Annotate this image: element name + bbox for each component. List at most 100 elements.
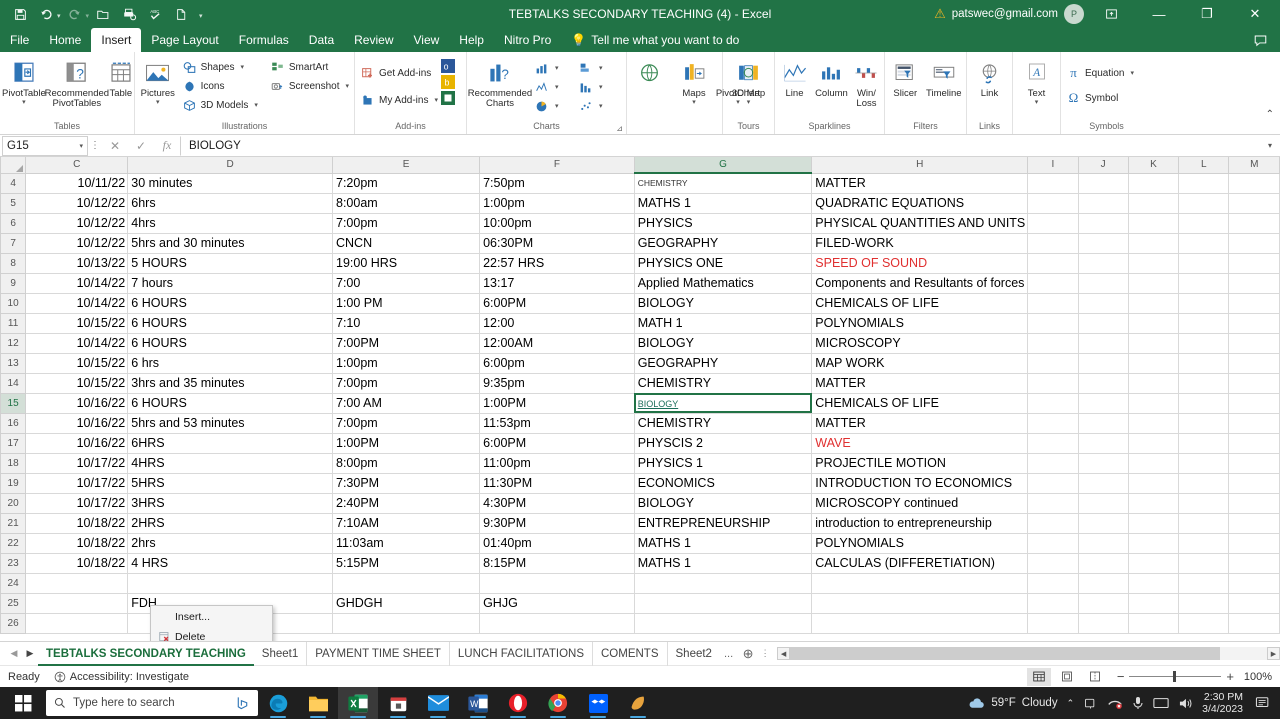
slicer-button[interactable]: Slicer — [887, 56, 924, 99]
symbol-button[interactable]: Ω Symbol — [1063, 89, 1137, 107]
cell-I5[interactable] — [1027, 192, 1079, 214]
cell-G16[interactable]: CHEMISTRY — [633, 412, 813, 434]
cell-G10[interactable]: BIOLOGY — [633, 292, 813, 314]
cell-G8[interactable]: PHYSICS ONE — [633, 252, 813, 274]
comments-button[interactable] — [1253, 28, 1280, 52]
cell-M26[interactable] — [1228, 612, 1280, 634]
table-row[interactable]: 8 10/13/22 5 HOURS 19:00 HRS 22:57 HRS PHYSIC… — [0, 252, 1280, 274]
cancel-icon[interactable]: ✕ — [102, 139, 128, 153]
cell-E9[interactable]: 7:00 — [331, 272, 481, 294]
cell-E24[interactable] — [331, 572, 481, 594]
cell-L25[interactable] — [1178, 592, 1230, 614]
cell-C7[interactable]: 10/12/22 — [25, 232, 129, 254]
cell-G7[interactable]: GEOGRAPHY — [633, 232, 813, 254]
table-row[interactable]: 24 — [0, 572, 1280, 594]
cell-G18[interactable]: PHYSICS 1 — [633, 452, 813, 474]
tab-page-layout[interactable]: Page Layout — [141, 28, 228, 52]
zoom-in-button[interactable]: + — [1226, 669, 1234, 684]
column-header-g[interactable]: G — [633, 157, 813, 174]
cell-F7[interactable]: 06:30PM — [479, 232, 635, 254]
table-row[interactable]: 12 10/14/22 6 HOURS 7:00PM 12:00AM BIOLOGY MIC… — [0, 332, 1280, 354]
cell-J13[interactable] — [1077, 352, 1129, 374]
cell-L11[interactable] — [1178, 312, 1230, 334]
cell-D9[interactable]: 7 hours — [127, 272, 333, 294]
cell-K26[interactable] — [1127, 612, 1180, 634]
cell-E4[interactable]: 7:20pm — [331, 172, 481, 194]
row-header-8[interactable]: 8 — [0, 252, 27, 274]
chevron-down-icon[interactable]: ▾ — [254, 101, 258, 109]
volume-icon[interactable] — [1178, 697, 1193, 710]
table-row[interactable]: 11 10/15/22 6 HOURS 7:10 12:00 MATH 1 POLYNOMI… — [0, 312, 1280, 334]
close-button[interactable]: ✕ — [1234, 0, 1276, 28]
cell-E8[interactable]: 19:00 HRS — [331, 252, 481, 274]
cell-F13[interactable]: 6:00pm — [479, 352, 635, 374]
ribbon-display-options-icon[interactable] — [1090, 0, 1132, 28]
cell-F25[interactable]: GHJG — [479, 592, 635, 614]
cell-G15[interactable]: BIOLOGY — [633, 392, 813, 414]
column-header-j[interactable]: J — [1077, 157, 1129, 174]
dropbox-icon[interactable] — [578, 687, 618, 719]
cell-D11[interactable]: 6 HOURS — [127, 312, 333, 334]
cell-E12[interactable]: 7:00PM — [331, 332, 481, 354]
sheet-tabs-overflow[interactable]: ... — [720, 648, 737, 660]
cell-I4[interactable] — [1027, 172, 1079, 194]
cell-K10[interactable] — [1127, 292, 1180, 314]
cell-C6[interactable]: 10/12/22 — [25, 212, 129, 234]
cell-F16[interactable]: 11:53pm — [479, 412, 635, 434]
cell-I12[interactable] — [1027, 332, 1079, 354]
cell-K21[interactable] — [1127, 512, 1180, 534]
cell-K25[interactable] — [1127, 592, 1180, 614]
cell-D19[interactable]: 5HRS — [127, 472, 333, 494]
cell-H13[interactable]: MAP WORK — [811, 352, 1029, 374]
cell-I9[interactable] — [1027, 272, 1079, 294]
cell-J19[interactable] — [1077, 472, 1129, 494]
sparkline-line-button[interactable]: Line — [777, 56, 812, 99]
cell-J18[interactable] — [1077, 452, 1129, 474]
table-row[interactable]: 4 10/11/22 30 minutes 7:20pm 7:50pm CHEMISTRY… — [0, 172, 1280, 194]
cell-G9[interactable]: Applied Mathematics — [633, 272, 813, 294]
cell-K20[interactable] — [1127, 492, 1180, 514]
recommended-charts-button[interactable]: ? Recommended Charts — [468, 56, 532, 109]
cell-J23[interactable] — [1077, 552, 1129, 574]
cell-M11[interactable] — [1228, 312, 1280, 334]
cell-H15[interactable]: CHEMICALS OF LIFE — [811, 392, 1029, 414]
cell-H12[interactable]: MICROSCOPY — [811, 332, 1029, 354]
sparkline-column-button[interactable]: Column — [812, 56, 851, 99]
cell-J8[interactable] — [1077, 252, 1129, 274]
cell-M9[interactable] — [1228, 272, 1280, 294]
cell-M8[interactable] — [1228, 252, 1280, 274]
cell-J16[interactable] — [1077, 412, 1129, 434]
chevron-down-icon[interactable]: ▾ — [555, 83, 559, 91]
sheet-tab-payment-time-sheet[interactable]: PAYMENT TIME SHEET — [307, 641, 450, 666]
cell-M16[interactable] — [1228, 412, 1280, 434]
screenshot-button[interactable]: Screenshot ▾ — [267, 77, 352, 95]
cell-H7[interactable]: FILED-WORK — [811, 232, 1029, 254]
cell-H10[interactable]: CHEMICALS OF LIFE — [811, 292, 1029, 314]
column-header-d[interactable]: D — [127, 157, 333, 174]
table-row[interactable]: 5 10/12/22 6hrs 8:00am 1:00pm MATHS 1 QUADRATI… — [0, 192, 1280, 214]
tray-expand-icon[interactable]: ⌃ — [1067, 698, 1075, 709]
column-header-c[interactable]: C — [25, 157, 129, 174]
cell-I18[interactable] — [1027, 452, 1079, 474]
table-row[interactable]: 23 10/18/22 4 HRS 5:15PM 8:15PM MATHS 1 CALCUL… — [0, 552, 1280, 574]
print-preview-icon[interactable] — [117, 3, 141, 25]
cell-C18[interactable]: 10/17/22 — [25, 452, 129, 474]
tab-home[interactable]: Home — [39, 28, 91, 52]
insert-function-icon[interactable]: fx — [154, 138, 180, 153]
cell-F4[interactable]: 7:50pm — [479, 172, 635, 194]
cell-F15[interactable]: 1:00PM — [479, 392, 635, 414]
table-row[interactable]: 18 10/17/22 4HRS 8:00pm 11:00pm PHYSICS 1 PROJ… — [0, 452, 1280, 474]
charts-dialog-launcher-icon[interactable]: ⊿ — [616, 124, 623, 133]
cell-M6[interactable] — [1228, 212, 1280, 234]
cell-J21[interactable] — [1077, 512, 1129, 534]
scatter-chart-button[interactable]: ▾ — [575, 97, 619, 115]
cell-F8[interactable]: 22:57 HRS — [479, 252, 635, 274]
display-icon[interactable] — [1153, 697, 1169, 710]
cell-I7[interactable] — [1027, 232, 1079, 254]
cell-I6[interactable] — [1027, 212, 1079, 234]
zoom-out-button[interactable]: − — [1117, 669, 1125, 684]
cell-E17[interactable]: 1:00PM — [331, 432, 481, 454]
tab-data[interactable]: Data — [299, 28, 344, 52]
formula-bar-more-icon[interactable]: ⋮ — [88, 140, 102, 151]
opera-icon[interactable] — [498, 687, 538, 719]
